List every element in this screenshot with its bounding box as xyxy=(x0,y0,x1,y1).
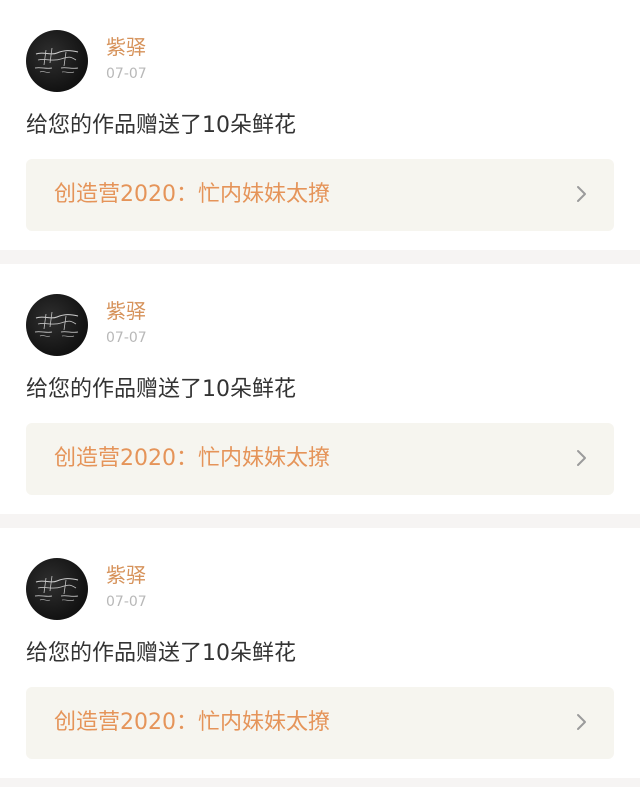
chevron-right-icon xyxy=(570,711,592,733)
user-avatar-icon xyxy=(34,311,79,338)
chevron-right-icon xyxy=(570,447,592,469)
username[interactable]: 紫驿 xyxy=(106,562,146,588)
work-title: 创造营2020：忙内妹妹太撩 xyxy=(54,446,330,471)
user-avatar-icon xyxy=(34,575,79,602)
notification-date: 07-07 xyxy=(106,594,147,610)
avatar[interactable] xyxy=(26,558,88,620)
work-link[interactable]: 创造营2020：忙内妹妹太撩 xyxy=(26,687,614,759)
username[interactable]: 紫驿 xyxy=(106,34,146,60)
notification-card: 紫驿 07-07 给您的作品赠送了10朵鲜花 创造营2020：忙内妹妹太撩 xyxy=(0,0,640,250)
work-title: 创造营2020：忙内妹妹太撩 xyxy=(54,182,330,207)
avatar[interactable] xyxy=(26,30,88,92)
work-link[interactable]: 创造营2020：忙内妹妹太撩 xyxy=(26,423,614,495)
notification-message: 给您的作品赠送了10朵鲜花 xyxy=(26,641,296,666)
work-title: 创造营2020：忙内妹妹太撩 xyxy=(54,710,330,735)
notification-feed: 紫驿 07-07 给您的作品赠送了10朵鲜花 创造营2020：忙内妹妹太撩 紫驿… xyxy=(0,0,640,787)
user-avatar-icon xyxy=(34,47,79,74)
chevron-right-icon xyxy=(570,183,592,205)
notification-card: 紫驿 07-07 给您的作品赠送了10朵鲜花 创造营2020：忙内妹妹太撩 xyxy=(0,264,640,514)
avatar[interactable] xyxy=(26,294,88,356)
notification-card: 紫驿 07-07 给您的作品赠送了10朵鲜花 创造营2020：忙内妹妹太撩 xyxy=(0,528,640,778)
work-link[interactable]: 创造营2020：忙内妹妹太撩 xyxy=(26,159,614,231)
notification-message: 给您的作品赠送了10朵鲜花 xyxy=(26,377,296,402)
notification-message: 给您的作品赠送了10朵鲜花 xyxy=(26,113,296,138)
username[interactable]: 紫驿 xyxy=(106,298,146,324)
notification-date: 07-07 xyxy=(106,330,147,346)
notification-date: 07-07 xyxy=(106,66,147,82)
